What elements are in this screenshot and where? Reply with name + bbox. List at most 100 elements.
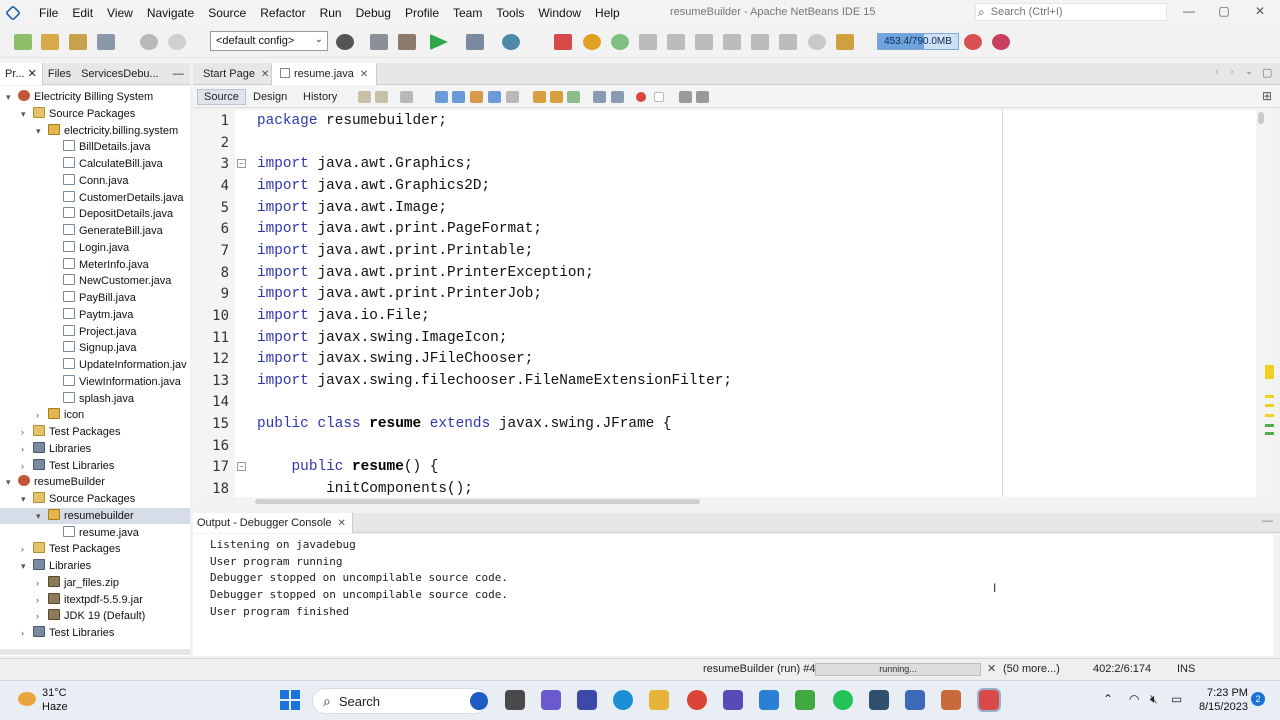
clock-time[interactable]: 7:23 PM <box>1207 687 1248 699</box>
scrollbar-thumb[interactable] <box>255 499 700 504</box>
netbeans-taskbar-icon[interactable] <box>977 688 1001 712</box>
split-editor-icon[interactable]: ⊞ <box>1262 89 1272 103</box>
code-line[interactable]: import java.awt.print.Printable; <box>257 240 533 262</box>
toggle-highlight-icon[interactable] <box>488 91 501 103</box>
code-line[interactable]: import java.awt.Graphics; <box>257 153 473 175</box>
minimize-panel-icon[interactable]: — <box>168 68 189 80</box>
expand-toggle-icon[interactable]: ▾ <box>6 474 18 490</box>
start-button[interactable] <box>280 690 300 710</box>
tree-node[interactable]: › Test Packages <box>0 541 190 557</box>
menu-tools[interactable]: Tools <box>489 6 531 20</box>
notification-badge[interactable]: 2 <box>1251 692 1265 706</box>
new-file-icon[interactable] <box>14 34 32 50</box>
tree-node[interactable]: ▾ resumeBuilder <box>0 474 190 490</box>
tree-node[interactable]: › itextpdf-5.5.9.jar <box>0 592 190 608</box>
expand-toggle-icon[interactable]: › <box>36 608 48 624</box>
expand-toggle-icon[interactable]: › <box>21 458 33 474</box>
start-macro-recording-icon[interactable] <box>636 92 646 102</box>
tree-node[interactable]: ▾ Source Packages <box>0 106 190 122</box>
clock-date[interactable]: 8/15/2023 <box>1199 701 1248 713</box>
forward-icon[interactable] <box>400 91 413 103</box>
menu-refactor[interactable]: Refactor <box>253 6 312 20</box>
code-line[interactable]: import java.io.File; <box>257 305 430 327</box>
close-window-button[interactable]: ✕ <box>1250 4 1270 18</box>
run-icon[interactable] <box>430 34 448 50</box>
expand-toggle-icon[interactable]: ▾ <box>36 123 48 139</box>
pause-icon[interactable] <box>583 34 601 50</box>
shift-left-icon[interactable] <box>593 91 606 103</box>
teams-icon[interactable] <box>541 690 561 710</box>
global-search-input[interactable] <box>990 6 1141 18</box>
uncomment-icon[interactable] <box>696 91 709 103</box>
menu-help[interactable]: Help <box>588 6 627 20</box>
file-explorer-icon[interactable] <box>649 690 669 710</box>
close-icon[interactable]: ✕ <box>338 518 346 529</box>
build-hammer-icon[interactable] <box>370 34 388 50</box>
expand-toggle-icon[interactable]: › <box>21 541 33 557</box>
maximize-window-icon[interactable]: ▢ <box>1262 66 1272 79</box>
minimize-panel-icon[interactable]: — <box>1262 515 1273 527</box>
weather-temperature[interactable]: 31°C <box>42 687 67 699</box>
close-icon[interactable]: ✕ <box>360 69 368 80</box>
minimize-button[interactable]: — <box>1179 4 1199 18</box>
expand-toggle-icon[interactable]: ▾ <box>21 558 33 574</box>
tree-node[interactable]: Login.java <box>0 240 190 256</box>
tab-files[interactable]: Files <box>43 68 76 80</box>
fold-toggle-icon[interactable]: − <box>237 462 246 472</box>
tree-node[interactable]: Signup.java <box>0 340 190 356</box>
vscode-icon[interactable] <box>759 690 779 710</box>
memory-usage-bar[interactable]: 453.4/790.0MB <box>877 33 959 50</box>
scrollbar-thumb[interactable] <box>1258 112 1264 124</box>
clean-build-icon[interactable] <box>398 34 416 50</box>
redo-icon[interactable] <box>168 34 186 50</box>
profile-ide-icon[interactable] <box>992 34 1010 50</box>
run-to-cursor-icon[interactable] <box>751 34 769 50</box>
code-line[interactable]: public class resume extends javax.swing.… <box>257 413 672 435</box>
tree-node[interactable]: › icon <box>0 407 190 423</box>
editor-horizontal-scrollbar[interactable] <box>235 497 1256 505</box>
tree-node[interactable]: CustomerDetails.java <box>0 190 190 206</box>
last-edit-icon[interactable] <box>358 91 371 103</box>
error-stripe-marker[interactable] <box>1265 424 1274 427</box>
back-icon[interactable] <box>375 91 388 103</box>
step-out-icon[interactable] <box>723 34 741 50</box>
thread-icon[interactable] <box>808 34 826 50</box>
browser-icon[interactable] <box>336 34 354 50</box>
tree-node[interactable]: UpdateInformation.jav <box>0 357 190 373</box>
expand-toggle-icon[interactable]: ▾ <box>21 106 33 122</box>
task-view-icon[interactable] <box>505 690 525 710</box>
profile-icon[interactable] <box>502 34 520 50</box>
previous-bookmark-icon[interactable] <box>533 91 546 103</box>
menu-source[interactable]: Source <box>201 6 253 20</box>
menu-file[interactable]: File <box>32 6 65 20</box>
tree-node[interactable]: GenerateBill.java <box>0 223 190 239</box>
tree-node[interactable]: MeterInfo.java <box>0 257 190 273</box>
tab-services-debug[interactable]: ServicesDebu... <box>76 68 164 80</box>
volume-muted-icon[interactable]: 🔇︎ <box>1150 692 1158 707</box>
weather-description[interactable]: Haze <box>42 701 68 713</box>
error-stripe-marker[interactable] <box>1265 414 1274 417</box>
tree-node[interactable]: ViewInformation.java <box>0 374 190 390</box>
show-opened-documents-icon[interactable]: ⌄ <box>1245 66 1253 77</box>
code-line[interactable]: import javax.swing.filechooser.FileNameE… <box>257 370 732 392</box>
open-project-icon[interactable] <box>69 34 87 50</box>
toggle-rectangular-selection-icon[interactable] <box>506 91 519 103</box>
scroll-tabs-right-icon[interactable]: › <box>1230 66 1234 78</box>
expand-toggle-icon[interactable]: › <box>21 441 33 457</box>
tree-node[interactable]: CalculateBill.java <box>0 156 190 172</box>
tab-projects[interactable]: Pr... ✕ <box>0 62 43 85</box>
show-hidden-icons-icon[interactable]: ⌃ <box>1103 692 1113 706</box>
menu-profile[interactable]: Profile <box>398 6 446 20</box>
code-line[interactable]: import javax.swing.ImageIcon; <box>257 327 507 349</box>
tree-node[interactable]: › jar_files.zip <box>0 575 190 591</box>
pen-app-icon[interactable] <box>577 690 597 710</box>
expand-toggle-icon[interactable]: › <box>36 592 48 608</box>
view-history-button[interactable]: History <box>297 89 343 105</box>
find-selection-icon[interactable] <box>435 91 448 103</box>
continue-icon[interactable] <box>611 34 629 50</box>
view-source-button[interactable]: Source <box>197 89 246 105</box>
task-progress-bar[interactable]: running... <box>815 663 981 676</box>
code-line[interactable]: import java.awt.print.PrinterException; <box>257 262 594 284</box>
app-icon[interactable] <box>723 690 743 710</box>
menu-navigate[interactable]: Navigate <box>140 6 201 20</box>
